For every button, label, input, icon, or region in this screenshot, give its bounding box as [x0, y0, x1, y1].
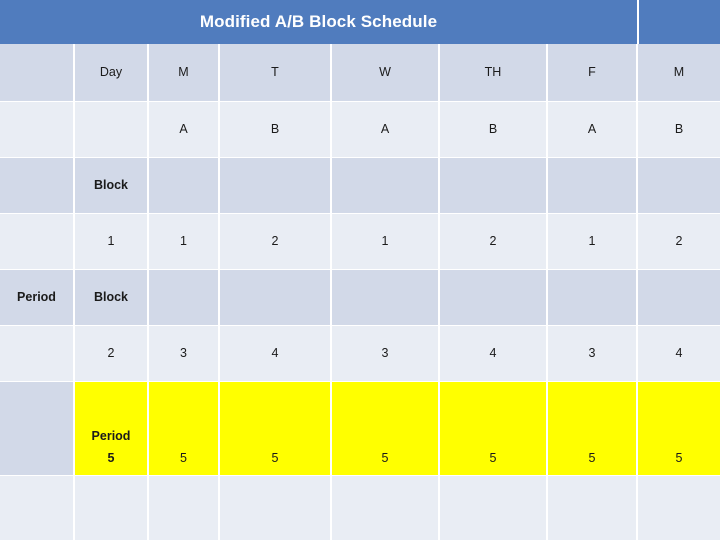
block-2-fri: 3 — [548, 326, 636, 381]
cell-r8c3 — [149, 476, 218, 540]
cell-r5c4 — [220, 270, 330, 325]
block-1-wed: 1 — [332, 214, 438, 269]
page-title: Modified A/B Block Schedule — [199, 12, 438, 31]
period-5-line-2: 5 — [107, 451, 115, 466]
schedule-grid: Day M T W TH F M A B A B A B Block 1 1 2… — [0, 44, 720, 540]
ab-mon-2: B — [638, 102, 720, 157]
cell-r5c7 — [548, 270, 636, 325]
title-bar-main: Modified A/B Block Schedule — [0, 0, 637, 44]
block-1-mon-1: 1 — [149, 214, 218, 269]
cell-r5c3 — [149, 270, 218, 325]
cell-r3c8 — [638, 158, 720, 213]
block-2-number: 2 — [75, 326, 147, 381]
col-header-tue: T — [220, 44, 330, 101]
cell-r2c2 — [75, 102, 147, 157]
ab-mon-1: A — [149, 102, 218, 157]
period-5-mon-1: 5 — [149, 382, 218, 475]
table-row: 2 3 4 3 4 3 4 — [0, 326, 720, 381]
block-2-wed: 3 — [332, 326, 438, 381]
cell-r5c8 — [638, 270, 720, 325]
block-1-fri: 1 — [548, 214, 636, 269]
period-5-line-1: Period — [91, 428, 131, 443]
table-row: A B A B A B — [0, 102, 720, 157]
table-row — [0, 476, 720, 540]
cell-corner-r1c1 — [0, 44, 73, 101]
block-label-1: Block — [75, 158, 147, 213]
cell-r3c3 — [149, 158, 218, 213]
cell-r8c8 — [638, 476, 720, 540]
period-5-thu: 5 — [440, 382, 546, 475]
table-row: Period Block — [0, 270, 720, 325]
col-header-mon-1: M — [149, 44, 218, 101]
cell-r6c1 — [0, 326, 73, 381]
block-label-2: Block — [75, 270, 147, 325]
period-5-mon-2: 5 — [638, 382, 720, 475]
period-5-fri: 5 — [548, 382, 636, 475]
ab-thu: B — [440, 102, 546, 157]
block-1-tue: 2 — [220, 214, 330, 269]
cell-r5c6 — [440, 270, 546, 325]
cell-r4c1 — [0, 214, 73, 269]
block-2-mon-1: 3 — [149, 326, 218, 381]
cell-r8c1 — [0, 476, 73, 540]
col-header-thu: TH — [440, 44, 546, 101]
table-row: Day M T W TH F M — [0, 44, 720, 101]
period-5-tue: 5 — [220, 382, 330, 475]
cell-r2c1 — [0, 102, 73, 157]
table-row: Block — [0, 158, 720, 213]
title-band: Modified A/B Block Schedule — [0, 0, 720, 44]
block-1-thu: 2 — [440, 214, 546, 269]
cell-r5c5 — [332, 270, 438, 325]
period-5-label: Period 5 — [75, 382, 147, 475]
title-bar-tail — [639, 0, 720, 44]
period-5-wed: 5 — [332, 382, 438, 475]
ab-wed: A — [332, 102, 438, 157]
cell-r8c7 — [548, 476, 636, 540]
cell-r8c5 — [332, 476, 438, 540]
table-row: 1 1 2 1 2 1 2 — [0, 214, 720, 269]
day-label: Day — [75, 44, 147, 101]
cell-r3c1 — [0, 158, 73, 213]
cell-r8c6 — [440, 476, 546, 540]
cell-r7c1 — [0, 382, 73, 475]
block-2-mon-2: 4 — [638, 326, 720, 381]
block-2-thu: 4 — [440, 326, 546, 381]
table-row-highlighted: Period 5 5 5 5 5 5 5 — [0, 382, 720, 475]
cell-r8c2 — [75, 476, 147, 540]
schedule-table: Modified A/B Block Schedule Day M T W TH… — [0, 0, 720, 540]
cell-r3c4 — [220, 158, 330, 213]
cell-r3c5 — [332, 158, 438, 213]
block-1-number: 1 — [75, 214, 147, 269]
block-2-tue: 4 — [220, 326, 330, 381]
col-header-fri: F — [548, 44, 636, 101]
col-header-mon-2: M — [638, 44, 720, 101]
col-header-wed: W — [332, 44, 438, 101]
cell-r8c4 — [220, 476, 330, 540]
ab-fri: A — [548, 102, 636, 157]
ab-tue: B — [220, 102, 330, 157]
block-1-mon-2: 2 — [638, 214, 720, 269]
cell-r3c7 — [548, 158, 636, 213]
period-label: Period — [0, 270, 73, 325]
cell-r3c6 — [440, 158, 546, 213]
